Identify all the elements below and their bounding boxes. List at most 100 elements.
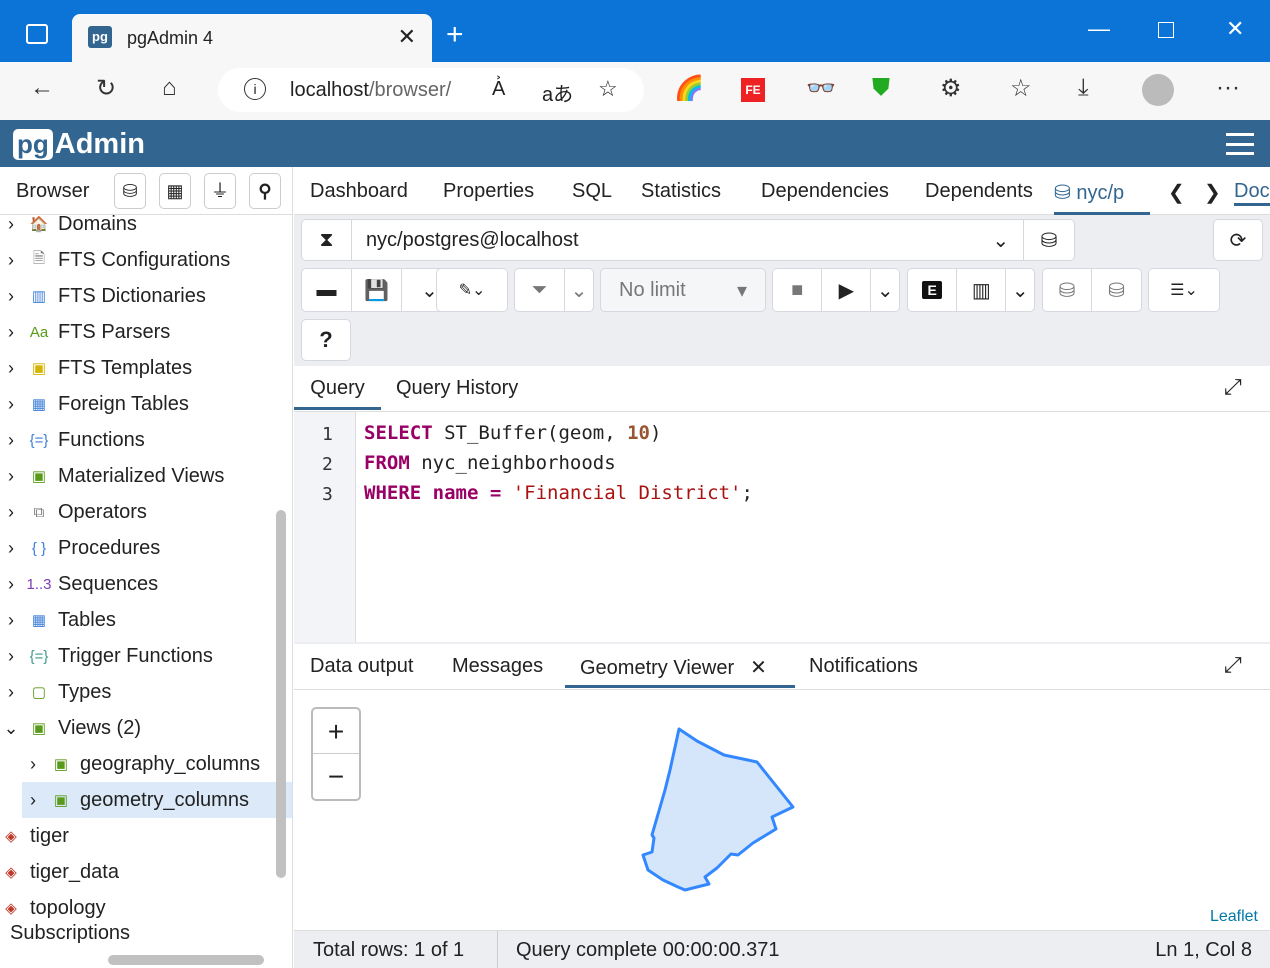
geometry-polygon[interactable]	[641, 727, 795, 892]
tab-query-tool[interactable]: ⛁ nyc/p	[1054, 180, 1150, 215]
tree-item[interactable]: › ▥ FTS Dictionaries	[0, 278, 206, 314]
edit-icon[interactable]: ✎⌄	[436, 268, 508, 312]
tree-item[interactable]: › ▣ FTS Templates	[0, 350, 192, 386]
profile-avatar[interactable]	[1142, 74, 1174, 106]
chevron-right-icon[interactable]: ›	[22, 754, 44, 775]
search-icon[interactable]: ⚲	[249, 173, 281, 209]
maximize-icon[interactable]	[1158, 22, 1174, 38]
chevron-right-icon[interactable]: ›	[0, 286, 22, 307]
tab-data-output[interactable]: Data output	[310, 655, 413, 678]
chevron-right-icon[interactable]: ›	[0, 214, 22, 235]
maximize-panel-icon[interactable]: ⤢	[1224, 374, 1242, 400]
tree-item-view[interactable]: › ▣ geography_columns	[22, 746, 260, 782]
tab-notifications[interactable]: Notifications	[809, 655, 918, 678]
zoom-out-button[interactable]: −	[313, 754, 359, 799]
query-tool-icon[interactable]: ⛁	[114, 173, 146, 209]
commit-icon[interactable]: ⛁	[1043, 269, 1093, 311]
tree-item[interactable]: › Aa FTS Parsers	[0, 314, 170, 350]
view-data-icon[interactable]: ▦	[159, 173, 191, 209]
tree-item[interactable]: › 🗎 FTS Configurations	[0, 242, 230, 278]
help-icon[interactable]: ?	[301, 319, 351, 361]
refresh-connection-icon[interactable]: ⟳	[1213, 219, 1263, 261]
site-info-icon[interactable]: i	[244, 78, 266, 100]
scroll-tabs-left-icon[interactable]: ❮	[1168, 180, 1185, 205]
chevron-right-icon[interactable]: ›	[0, 358, 22, 379]
execute-dropdown-icon[interactable]: ⌄	[871, 269, 899, 311]
tab-dependents[interactable]: Dependents	[925, 180, 1033, 203]
tree-item[interactable]: › ▣ Materialized Views	[0, 458, 224, 494]
tree-horizontal-scrollbar[interactable]	[108, 955, 264, 965]
tree-item-schema[interactable]: ◈ tiger_data	[0, 854, 119, 890]
chevron-right-icon[interactable]: ›	[0, 430, 22, 451]
macros-icon[interactable]: ☰⌄	[1148, 268, 1220, 312]
chevron-right-icon[interactable]: ›	[0, 394, 22, 415]
leaflet-attribution-link[interactable]: Leaflet	[1210, 908, 1258, 926]
chevron-right-icon[interactable]: ›	[0, 574, 22, 595]
tab-dependencies[interactable]: Dependencies	[761, 180, 889, 203]
tree-item[interactable]: › ▦ Foreign Tables	[0, 386, 189, 422]
stop-icon[interactable]: ■	[773, 269, 823, 311]
scroll-tabs-right-icon[interactable]: ❯	[1204, 180, 1221, 205]
geometry-map[interactable]: Leaflet	[294, 690, 1270, 930]
tree-vertical-scrollbar[interactable]	[276, 510, 286, 878]
read-aloud-icon[interactable]: A͐	[492, 78, 505, 101]
chevron-right-icon[interactable]: ›	[0, 538, 22, 559]
chevron-right-icon[interactable]: ›	[0, 322, 22, 343]
tab-statistics[interactable]: Statistics	[641, 180, 721, 203]
chevron-right-icon[interactable]: ›	[0, 646, 22, 667]
tab-overflow[interactable]: Doc	[1234, 180, 1270, 206]
menu-icon[interactable]	[1226, 133, 1254, 155]
tree-item[interactable]: › {=} Functions	[0, 422, 145, 458]
chevron-right-icon[interactable]: ›	[0, 466, 22, 487]
favorites-icon[interactable]: ☆	[1010, 74, 1032, 103]
browser-tab[interactable]: pg pgAdmin 4 ✕	[72, 14, 432, 62]
reload-icon[interactable]: ↻	[96, 74, 116, 103]
address-bar[interactable]: i localhost/browser/ A͐ aあ ☆	[218, 68, 644, 112]
close-tab-icon[interactable]: ✕	[398, 24, 416, 50]
chevron-right-icon[interactable]: ›	[0, 502, 22, 523]
chevron-right-icon[interactable]: ›	[0, 682, 22, 703]
chevron-down-icon[interactable]: ⌄	[0, 718, 22, 739]
tree-item[interactable]: › ▦ Tables	[0, 602, 116, 638]
explain-analyze-icon[interactable]: ▥	[957, 269, 1007, 311]
tab-query-history[interactable]: Query History	[396, 377, 518, 400]
translate-icon[interactable]: aあ	[542, 78, 573, 107]
chevron-right-icon[interactable]: ›	[0, 250, 22, 271]
rollback-icon[interactable]: ⛁	[1092, 269, 1141, 311]
home-icon[interactable]: ⌂	[162, 74, 177, 102]
tree-item[interactable]: › { } Procedures	[0, 530, 160, 566]
add-favorite-icon[interactable]: ☆	[598, 76, 618, 102]
tab-query[interactable]: Query	[294, 366, 381, 410]
chevron-right-icon[interactable]: ›	[22, 790, 44, 811]
maximize-panel-icon[interactable]: ⤢	[1224, 652, 1242, 678]
tab-messages[interactable]: Messages	[452, 655, 543, 678]
fe-extension-icon[interactable]: FE	[741, 78, 765, 102]
tab-geometry-viewer[interactable]: Geometry Viewer ✕	[565, 644, 795, 688]
execute-icon[interactable]: ▶	[822, 269, 872, 311]
tree-item[interactable]: › ⧉ Operators	[0, 494, 147, 530]
filter-icon[interactable]: ⏷	[515, 269, 565, 311]
tab-dashboard[interactable]: Dashboard	[310, 180, 408, 203]
connection-select[interactable]: nyc/postgres@localhost ⌄	[352, 220, 1025, 260]
database-icon[interactable]: ⛁	[1024, 220, 1074, 260]
open-file-icon[interactable]: ▬	[302, 269, 352, 311]
tree-item[interactable]: › ▢ Types	[0, 674, 111, 710]
zoom-in-button[interactable]: +	[313, 709, 359, 754]
extensions-icon[interactable]: ⚙	[940, 74, 962, 103]
extension-icon[interactable]: 🌈	[674, 74, 704, 103]
limit-select[interactable]: No limit ▾	[600, 268, 766, 312]
back-icon[interactable]: ←	[30, 74, 54, 102]
chevron-right-icon[interactable]: ›	[0, 610, 22, 631]
tree-item-schema[interactable]: ◈ tiger	[0, 818, 69, 854]
save-icon[interactable]: 💾	[352, 269, 402, 311]
tree-item-subscriptions[interactable]: Subscriptions	[10, 918, 130, 948]
explain-icon[interactable]: E	[908, 269, 958, 311]
shield-extension-icon[interactable]: ⛊	[872, 74, 890, 102]
extension-icon[interactable]: 👓	[806, 74, 836, 103]
new-tab-button[interactable]: +	[446, 18, 464, 52]
filtered-rows-icon[interactable]: ⏚	[204, 173, 236, 209]
tree-item-view[interactable]: › ▣ geometry_columns	[22, 782, 292, 818]
minimize-icon[interactable]: —	[1088, 16, 1110, 42]
tab-properties[interactable]: Properties	[443, 180, 534, 203]
tree-item[interactable]: › 1..3 Sequences	[0, 566, 158, 602]
